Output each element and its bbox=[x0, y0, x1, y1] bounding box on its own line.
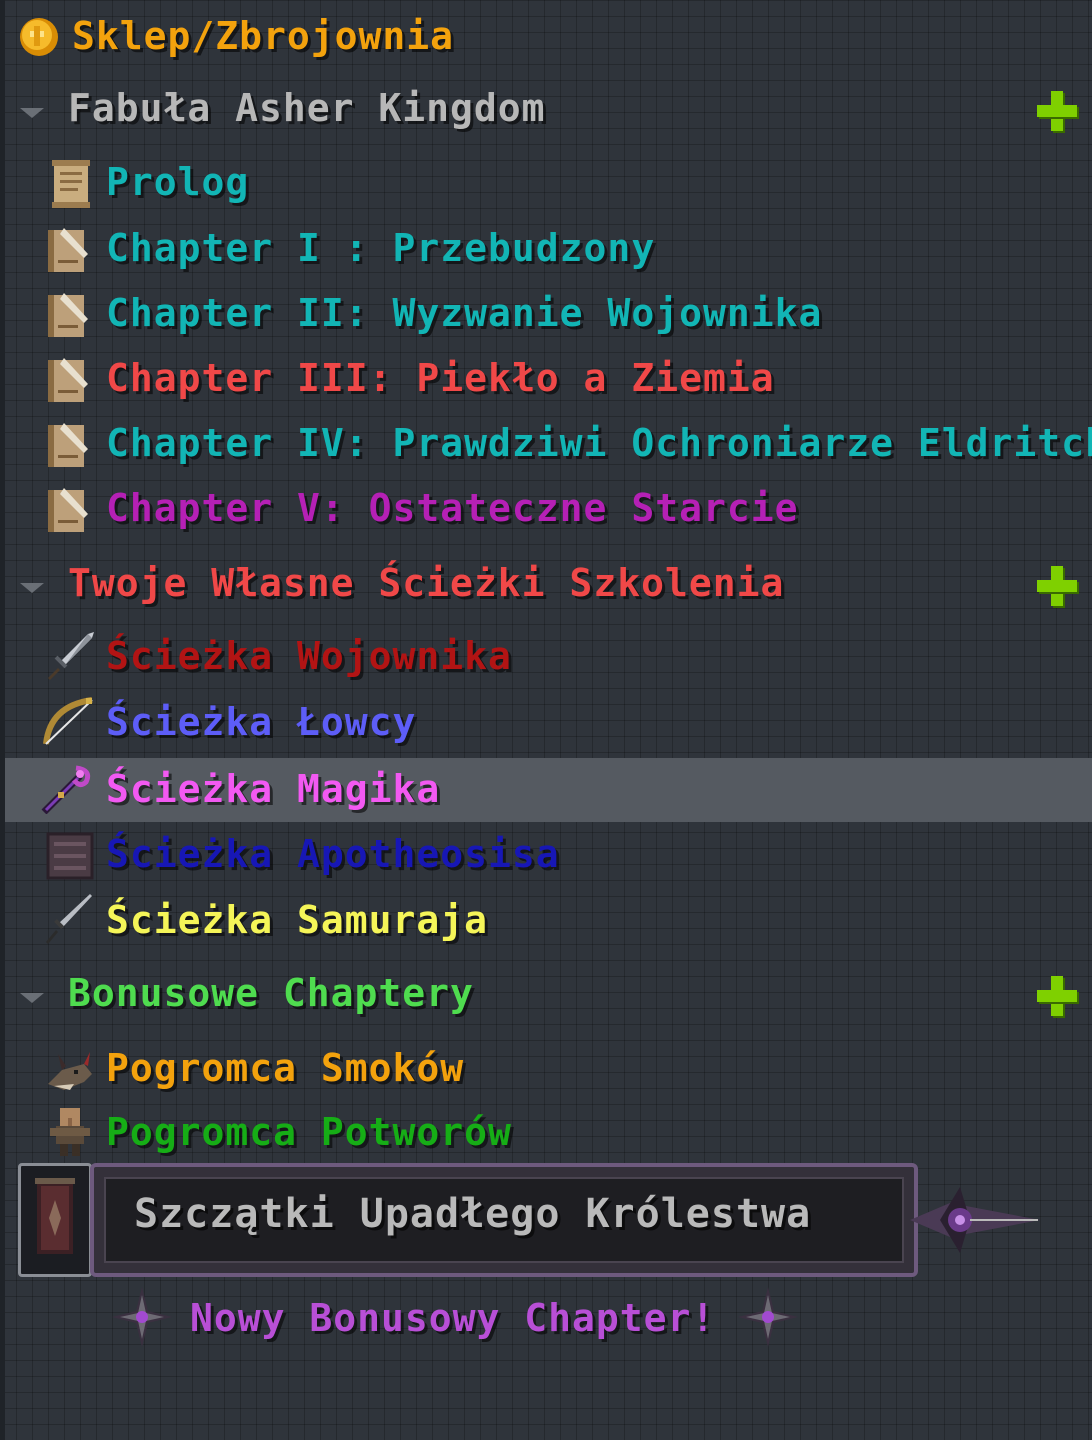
collapse-arrow-icon[interactable] bbox=[20, 583, 44, 593]
item-label: Prolog bbox=[106, 160, 250, 204]
item-label: Ścieżka Wojownika bbox=[106, 634, 512, 678]
collapse-arrow-icon[interactable] bbox=[20, 993, 44, 1003]
item-label: Chapter IV: Prawdziwi Ochroniarze Eldrit… bbox=[106, 421, 1092, 465]
banner-icon bbox=[35, 1178, 75, 1254]
toast-title: Szczątki Upadłego Królestwa bbox=[134, 1191, 812, 1237]
chapter-unlocked-toast[interactable]: Szczątki Upadłego Królestwa bbox=[18, 1163, 1040, 1277]
add-icon[interactable] bbox=[1035, 564, 1079, 608]
section-title-training[interactable]: Twoje Własne Ścieżki Szkolenia bbox=[68, 561, 784, 605]
book-quill-icon bbox=[48, 423, 88, 467]
item-label: Pogromca Potworów bbox=[106, 1110, 512, 1154]
toast-body: Szczątki Upadłego Królestwa bbox=[90, 1163, 918, 1277]
toast-subtitle: Nowy Bonusowy Chapter! bbox=[190, 1296, 716, 1340]
sword-icon bbox=[48, 632, 94, 680]
add-icon[interactable] bbox=[1035, 89, 1079, 133]
gold-coin-icon bbox=[20, 18, 58, 56]
collapse-arrow-icon[interactable] bbox=[20, 108, 44, 118]
item-label: Ścieżka Magika bbox=[106, 767, 441, 811]
item-label: Ścieżka Samuraja bbox=[106, 898, 489, 942]
section-title-story[interactable]: Fabuła Asher Kingdom bbox=[68, 86, 546, 130]
crate-icon bbox=[46, 832, 94, 880]
dragon-skull-icon bbox=[48, 1052, 92, 1090]
shop-title: Sklep/Zbrojownia bbox=[72, 14, 455, 58]
item-label: Chapter II: Wyzwanie Wojownika bbox=[106, 291, 823, 335]
book-quill-icon bbox=[48, 228, 88, 272]
ornament-spike-icon bbox=[910, 1187, 1040, 1253]
scroll-icon bbox=[52, 160, 90, 208]
section-title-bonus[interactable]: Bonusowe Chaptery bbox=[68, 971, 474, 1015]
villager-icon bbox=[50, 1108, 90, 1156]
add-icon[interactable] bbox=[1035, 974, 1079, 1018]
item-label: Chapter I : Przebudzony bbox=[106, 226, 656, 270]
star-ornament-icon bbox=[738, 1287, 798, 1347]
item-label: Chapter III: Piekło a Ziemia bbox=[106, 356, 775, 400]
item-label: Ścieżka Apotheosisa bbox=[106, 832, 560, 876]
item-label: Pogromca Smoków bbox=[106, 1046, 465, 1090]
book-quill-icon bbox=[48, 358, 88, 402]
toast-icon-frame bbox=[18, 1163, 92, 1277]
bow-icon bbox=[43, 697, 93, 745]
item-label: Ścieżka Łowcy bbox=[106, 700, 417, 744]
left-border bbox=[0, 0, 5, 1440]
star-ornament-icon bbox=[112, 1287, 172, 1347]
book-quill-icon bbox=[48, 488, 88, 532]
staff-icon bbox=[41, 765, 91, 814]
katana-icon bbox=[46, 894, 92, 944]
book-quill-icon bbox=[48, 293, 88, 337]
item-label: Chapter V: Ostateczne Starcie bbox=[106, 486, 799, 530]
